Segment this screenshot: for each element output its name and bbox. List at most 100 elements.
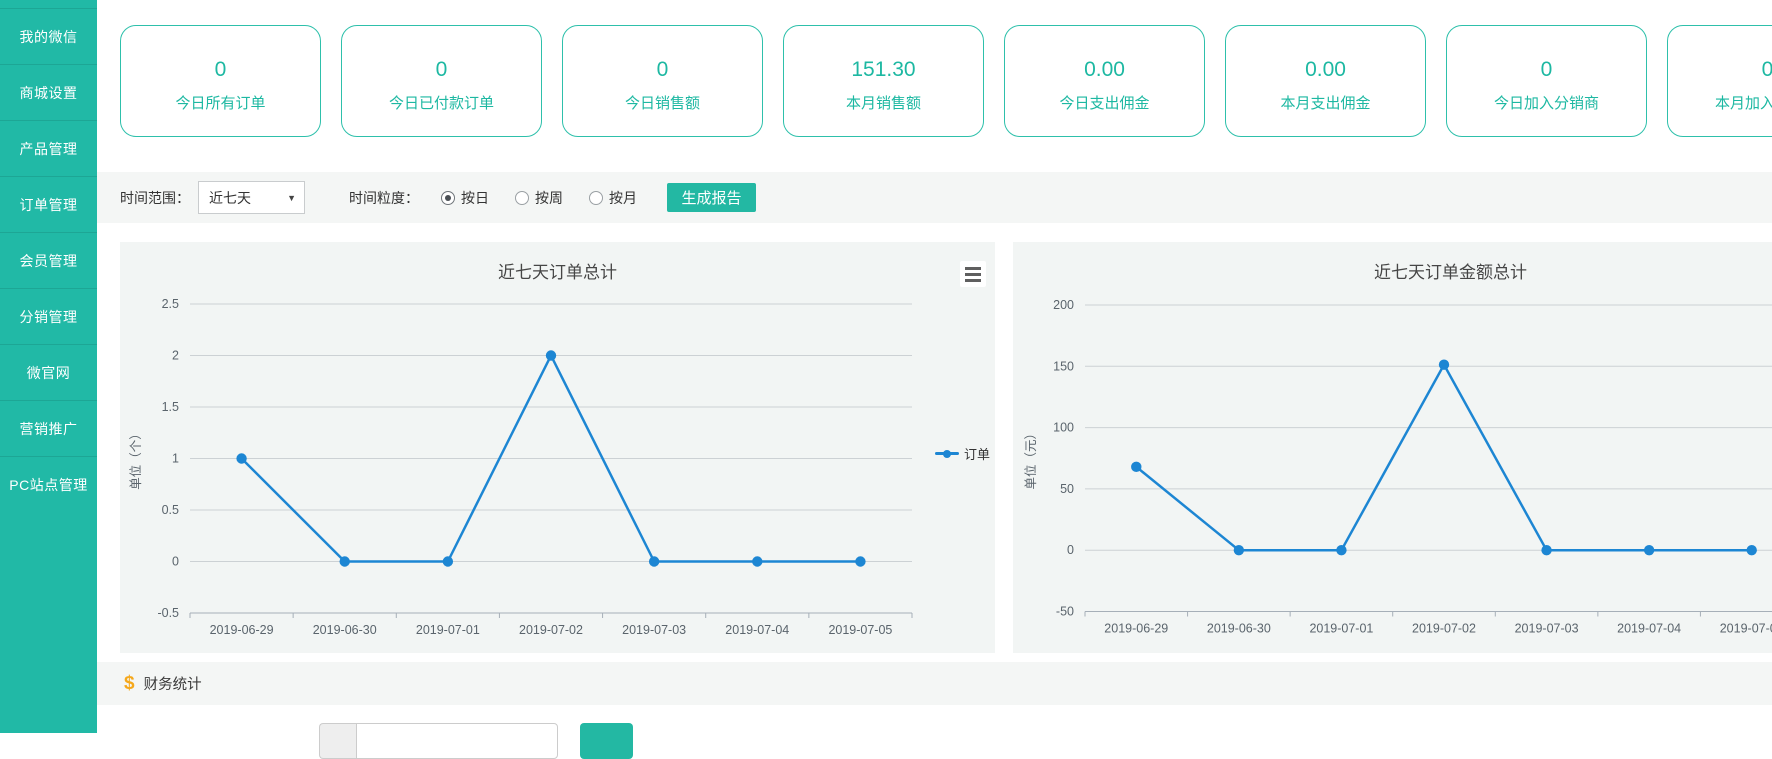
sidebar-item-orders[interactable]: 订单管理 — [0, 176, 97, 232]
stat-value: 0 — [1541, 58, 1553, 82]
radio-icon — [441, 191, 455, 205]
svg-text:2019-07-03: 2019-07-03 — [1515, 622, 1579, 636]
stat-card-today-commission: 0.00 今日支出佣金 — [1004, 25, 1205, 137]
order-amount-chart-title: 近七天订单金额总计 — [1013, 258, 1772, 283]
orders-chart-panel: 2.521.510.50-0.52019-06-292019-06-302019… — [120, 242, 995, 653]
finance-text-input[interactable] — [356, 723, 558, 759]
svg-text:2019-07-05: 2019-07-05 — [828, 623, 892, 637]
chart-menu-icon[interactable] — [960, 261, 986, 287]
sidebar-item-label: 营销推广 — [20, 419, 78, 439]
orders-line-chart: 2.521.510.50-0.52019-06-292019-06-302019… — [120, 242, 995, 653]
svg-text:0: 0 — [172, 555, 179, 569]
orders-chart-title: 近七天订单总计 — [120, 258, 995, 283]
input-addon — [319, 723, 356, 759]
dollar-icon: $ — [124, 673, 135, 695]
radio-by-month[interactable]: 按月 — [589, 188, 637, 208]
stat-card-month-distributors: 0 本月加入分销商 — [1667, 25, 1772, 137]
svg-text:单位（个）: 单位（个） — [128, 427, 143, 490]
svg-text:2.5: 2.5 — [162, 297, 179, 311]
sidebar-item-label: 商城设置 — [20, 83, 78, 103]
sidebar-item-label: 分销管理 — [20, 307, 78, 327]
sidebar-item-distribution[interactable]: 分销管理 — [0, 288, 97, 344]
svg-text:200: 200 — [1053, 298, 1074, 312]
svg-text:-0.5: -0.5 — [157, 606, 179, 620]
time-range-label: 时间范围： — [120, 188, 190, 208]
sidebar-item-label: 微官网 — [27, 363, 71, 383]
stat-card-month-sales: 151.30 本月销售额 — [783, 25, 984, 137]
svg-text:单位（元）: 单位（元） — [1023, 427, 1038, 490]
sidebar-item-micro-site[interactable]: 微官网 — [0, 344, 97, 400]
stat-label: 今日支出佣金 — [1059, 92, 1149, 113]
svg-text:2: 2 — [172, 349, 179, 363]
svg-text:2019-07-02: 2019-07-02 — [1412, 622, 1476, 636]
stat-label: 本月销售额 — [846, 92, 921, 113]
svg-text:150: 150 — [1053, 359, 1074, 373]
stat-value: 0.00 — [1084, 58, 1125, 82]
finance-action-button[interactable] — [580, 723, 633, 759]
radio-by-week[interactable]: 按周 — [515, 188, 563, 208]
sidebar-item-members[interactable]: 会员管理 — [0, 232, 97, 288]
stat-card-today-distributors: 0 今日加入分销商 — [1446, 25, 1647, 137]
svg-text:2019-07-03: 2019-07-03 — [622, 623, 686, 637]
sidebar-item-products[interactable]: 产品管理 — [0, 120, 97, 176]
finance-input-group — [319, 723, 558, 759]
sidebar-item-marketing[interactable]: 营销推广 — [0, 400, 97, 456]
sidebar-item-label: 会员管理 — [20, 251, 78, 271]
stat-card-today-orders: 0 今日所有订单 — [120, 25, 321, 137]
svg-text:2019-06-29: 2019-06-29 — [210, 623, 274, 637]
stat-label: 今日所有订单 — [175, 92, 265, 113]
sidebar-item-shop-settings[interactable]: 商城设置 — [0, 64, 97, 120]
order-amount-chart-panel: 200150100500-502019-06-292019-06-302019-… — [1013, 242, 1772, 653]
svg-text:2019-07-04: 2019-07-04 — [1617, 622, 1681, 636]
svg-text:-50: -50 — [1056, 605, 1074, 619]
svg-text:2019-06-30: 2019-06-30 — [313, 623, 377, 637]
stat-value: 0 — [436, 58, 448, 82]
radio-label: 按日 — [461, 188, 489, 208]
finance-section-title: 财务统计 — [144, 673, 202, 694]
svg-text:0: 0 — [1067, 543, 1074, 557]
line-series-marker-icon — [935, 447, 959, 461]
sidebar-item-pc-site[interactable]: PC站点管理 — [0, 456, 97, 512]
time-range-select[interactable]: 近七天 ▼ — [198, 181, 305, 214]
order-amount-line-chart: 200150100500-502019-06-292019-06-302019-… — [1013, 242, 1772, 653]
svg-text:1.5: 1.5 — [162, 400, 179, 414]
svg-text:2019-06-30: 2019-06-30 — [1207, 622, 1271, 636]
orders-legend-item[interactable]: 订单 — [935, 444, 990, 463]
stat-card-today-paid-orders: 0 今日已付款订单 — [341, 25, 542, 137]
sidebar-item-label: 产品管理 — [20, 139, 78, 159]
svg-text:2019-07-02: 2019-07-02 — [519, 623, 583, 637]
stat-value: 0 — [215, 58, 227, 82]
svg-text:50: 50 — [1060, 482, 1074, 496]
generate-report-button[interactable]: 生成报告 — [667, 183, 756, 212]
svg-text:1: 1 — [172, 452, 179, 466]
granularity-label: 时间粒度： — [349, 188, 419, 208]
filter-bar: 时间范围： 近七天 ▼ 时间粒度： 按日 按周 按月 生成报告 — [97, 172, 1772, 223]
radio-label: 按周 — [535, 188, 563, 208]
sidebar: 我的微信 商城设置 产品管理 订单管理 会员管理 分销管理 微官网 营销推广 P… — [0, 0, 97, 733]
chevron-down-icon: ▼ — [287, 193, 296, 203]
svg-text:2019-07-04: 2019-07-04 — [725, 623, 789, 637]
svg-text:2019-07-05: 2019-07-05 — [1720, 622, 1772, 636]
main-content: 0 今日所有订单 0 今日已付款订单 0 今日销售额 151.30 本月销售额 … — [97, 0, 1772, 733]
stat-label: 今日已付款订单 — [389, 92, 494, 113]
stat-value: 151.30 — [851, 58, 915, 82]
svg-text:2019-07-01: 2019-07-01 — [1309, 622, 1373, 636]
radio-icon — [515, 191, 529, 205]
sidebar-item-wechat[interactable]: 我的微信 — [0, 8, 97, 64]
sidebar-item-label: PC站点管理 — [9, 475, 87, 495]
radio-icon — [589, 191, 603, 205]
stat-value: 0.00 — [1305, 58, 1346, 82]
finance-section-header: $ 财务统计 — [97, 662, 1772, 705]
stat-label: 本月支出佣金 — [1280, 92, 1370, 113]
radio-by-day[interactable]: 按日 — [441, 188, 489, 208]
svg-text:2019-06-29: 2019-06-29 — [1104, 622, 1168, 636]
stat-card-row: 0 今日所有订单 0 今日已付款订单 0 今日销售额 151.30 本月销售额 … — [120, 25, 1772, 137]
sidebar-item-label: 订单管理 — [20, 195, 78, 215]
radio-label: 按月 — [609, 188, 637, 208]
granularity-radio-group: 按日 按周 按月 — [441, 188, 637, 208]
svg-text:2019-07-01: 2019-07-01 — [416, 623, 480, 637]
stat-value: 0 — [657, 58, 669, 82]
stat-card-month-commission: 0.00 本月支出佣金 — [1225, 25, 1426, 137]
stat-value: 0 — [1762, 58, 1772, 82]
stat-label: 本月加入分销商 — [1715, 92, 1772, 113]
